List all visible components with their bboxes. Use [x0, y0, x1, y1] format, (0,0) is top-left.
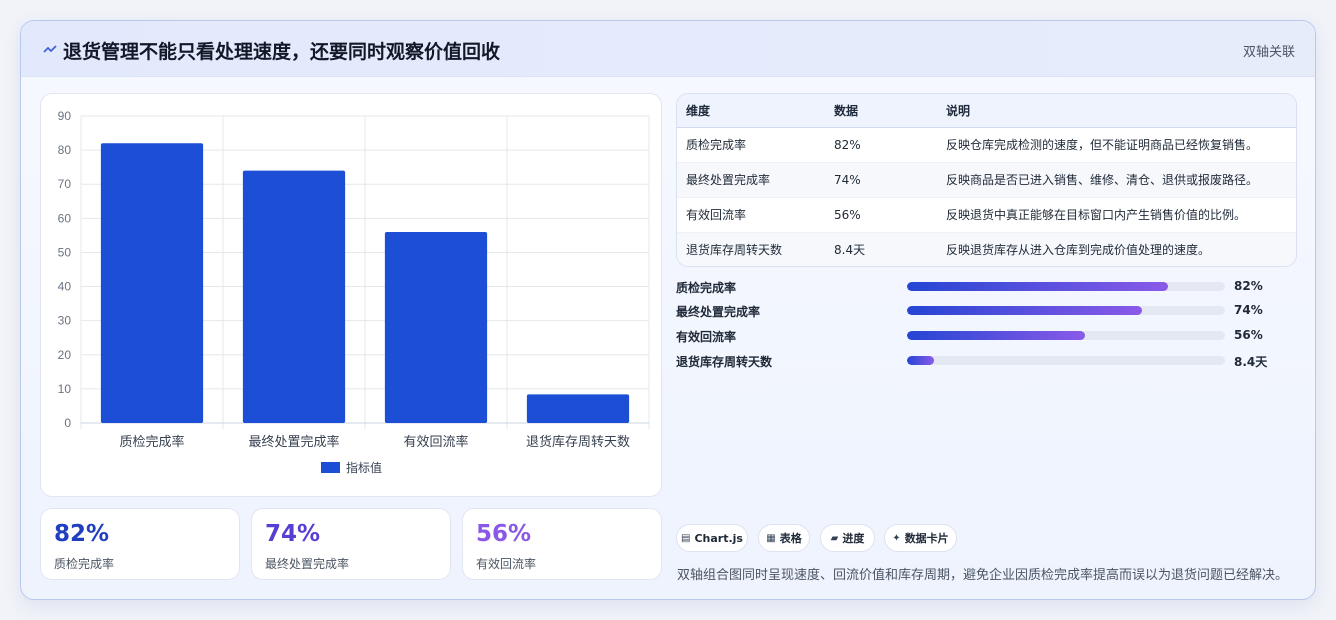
column-header: 维度: [677, 94, 825, 128]
table-icon: ▦: [766, 532, 776, 544]
kpi-label: 有效回流率: [476, 557, 537, 571]
column-header: 数据: [825, 94, 937, 128]
y-tick-label: 30: [58, 314, 72, 328]
column-header: 说明: [937, 94, 1296, 128]
table-row: 退货库存周转天数 8.4天 反映退货库存从进入仓库到完成价值处理的速度。: [677, 232, 1296, 266]
chip-label: 数据卡片: [904, 532, 949, 545]
progress-row: 退货库存周转天数 8.4天: [676, 351, 1297, 371]
bar: [100, 143, 204, 423]
chip-data-cards[interactable]: ✦ 数据卡片: [884, 524, 957, 552]
table-row: 最终处置完成率 74% 反映商品是否已进入销售、维修、清仓、退供或报废路径。: [677, 162, 1296, 198]
legend-swatch: [321, 462, 340, 473]
progress-value: 82%: [1234, 279, 1263, 293]
y-tick-label: 90: [58, 109, 72, 123]
chip-label: 进度: [842, 532, 865, 545]
y-tick-label: 0: [64, 416, 71, 430]
table-cell: 退货库存周转天数: [677, 232, 825, 266]
bar: [526, 394, 630, 423]
progress-value: 8.4天: [1234, 355, 1268, 369]
y-tick-label: 80: [58, 143, 72, 157]
table-cell: 反映退货库存从进入仓库到完成价值处理的速度。: [937, 232, 1296, 266]
progress-label: 最终处置完成率: [676, 305, 761, 319]
table-cell: 反映仓库完成检测的速度，但不能证明商品已经恢复销售。: [937, 127, 1296, 163]
chart-icon: ▤: [681, 532, 691, 544]
progress-fill: [907, 356, 934, 365]
kpi-value: 56%: [476, 521, 532, 547]
chip-table[interactable]: ▦ 表格: [758, 524, 810, 552]
progress-label: 退货库存周转天数: [676, 355, 773, 369]
bar: [242, 170, 346, 423]
table-cell: 8.4天: [825, 232, 937, 266]
x-tick-label: 质检完成率: [119, 434, 184, 449]
kpi-label: 质检完成率: [54, 557, 115, 571]
bar-chart: 0 10 20 30 40 50 60 70 80 90 质检完成率 最终处置完成率 有效回流率 退货库存…: [58, 109, 650, 475]
x-tick-label: 最终处置完成率: [248, 434, 339, 449]
kpi-value: 82%: [54, 521, 110, 547]
progress-track: [907, 282, 1225, 291]
progress-label: 有效回流率: [676, 330, 737, 344]
x-tick-label: 退货库存周转天数: [526, 434, 630, 449]
table-row: 有效回流率 56% 反映退货中真正能够在目标窗口内产生销售价值的比例。: [677, 197, 1296, 233]
kpi-value: 74%: [265, 521, 321, 547]
progress-row: 质检完成率 82%: [676, 277, 1297, 297]
dashboard-card: 退货管理不能只看处理速度，还要同时观察价值回收 双轴关联 0 10 20 30 40 50…: [20, 20, 1316, 600]
kpi-label: 最终处置完成率: [265, 557, 350, 571]
progress-icon: ▰: [830, 532, 839, 544]
progress-track: [907, 306, 1225, 315]
metrics-table: 维度 数据 说明 质检完成率 82% 反映仓库完成检测的速度，但不能证明商品已经…: [676, 93, 1297, 267]
progress-fill: [907, 306, 1143, 315]
progress-row: 最终处置完成率 74%: [676, 301, 1297, 321]
progress-value: 56%: [1234, 328, 1263, 342]
progress-fill: [907, 331, 1086, 340]
progress-list: 质检完成率 82% 最终处置完成率 74% 有效回流率 56% 退货库存周转天数…: [676, 277, 1297, 387]
kpi-card-disposal: 74% 最终处置完成率: [251, 508, 451, 580]
y-tick-label: 10: [58, 382, 72, 396]
kpi-card-quality: 82% 质检完成率: [40, 508, 240, 580]
bar: [384, 231, 488, 423]
footnote: 双轴组合图同时呈现速度、回流价值和库存周期，避免企业因质检完成率提高而误以为退货…: [677, 568, 1289, 583]
page-title: 退货管理不能只看处理速度，还要同时观察价值回收: [63, 41, 501, 63]
y-tick-label: 60: [58, 211, 72, 225]
table-cell: 质检完成率: [677, 127, 825, 163]
chip-chartjs[interactable]: ▤ Chart.js: [676, 524, 748, 552]
header-tag: 双轴关联: [1242, 45, 1295, 60]
table-cell: 有效回流率: [677, 197, 825, 233]
chip-label: 表格: [779, 532, 802, 545]
table-cell: 82%: [825, 127, 937, 163]
y-tick-label: 20: [58, 348, 72, 362]
x-tick-label: 有效回流率: [403, 434, 468, 449]
kpi-card-recovery: 56% 有效回流率: [462, 508, 662, 580]
y-tick-label: 50: [58, 245, 72, 259]
legend-label: 指标值: [346, 460, 382, 475]
progress-row: 有效回流率 56%: [676, 326, 1297, 346]
chip-label: Chart.js: [694, 531, 743, 545]
bar-chart-panel: 0 10 20 30 40 50 60 70 80 90 质检完成率 最终处置完成率 有效回流率 退货库存…: [40, 93, 662, 497]
progress-track: [907, 356, 1225, 365]
chip-progress[interactable]: ▰ 进度: [820, 524, 875, 552]
progress-label: 质检完成率: [676, 281, 737, 295]
progress-track: [907, 331, 1225, 340]
y-tick-label: 70: [58, 177, 72, 191]
y-tick-label: 40: [58, 280, 72, 294]
sparkle-icon: ✦: [892, 532, 901, 544]
progress-value: 74%: [1234, 303, 1263, 317]
table-row: 质检完成率 82% 反映仓库完成检测的速度，但不能证明商品已经恢复销售。: [677, 127, 1296, 163]
table-cell: 最终处置完成率: [677, 162, 825, 198]
table-cell: 74%: [825, 162, 937, 198]
table-cell: 反映退货中真正能够在目标窗口内产生销售价值的比例。: [937, 197, 1296, 233]
trend-line-icon: [43, 39, 57, 59]
table-cell: 反映商品是否已进入销售、维修、清仓、退供或报废路径。: [937, 162, 1296, 198]
table-header-row: 维度 数据 说明: [677, 94, 1296, 128]
card-header: 退货管理不能只看处理速度，还要同时观察价值回收 双轴关联: [21, 21, 1315, 77]
table-cell: 56%: [825, 197, 937, 233]
progress-fill: [907, 282, 1168, 291]
